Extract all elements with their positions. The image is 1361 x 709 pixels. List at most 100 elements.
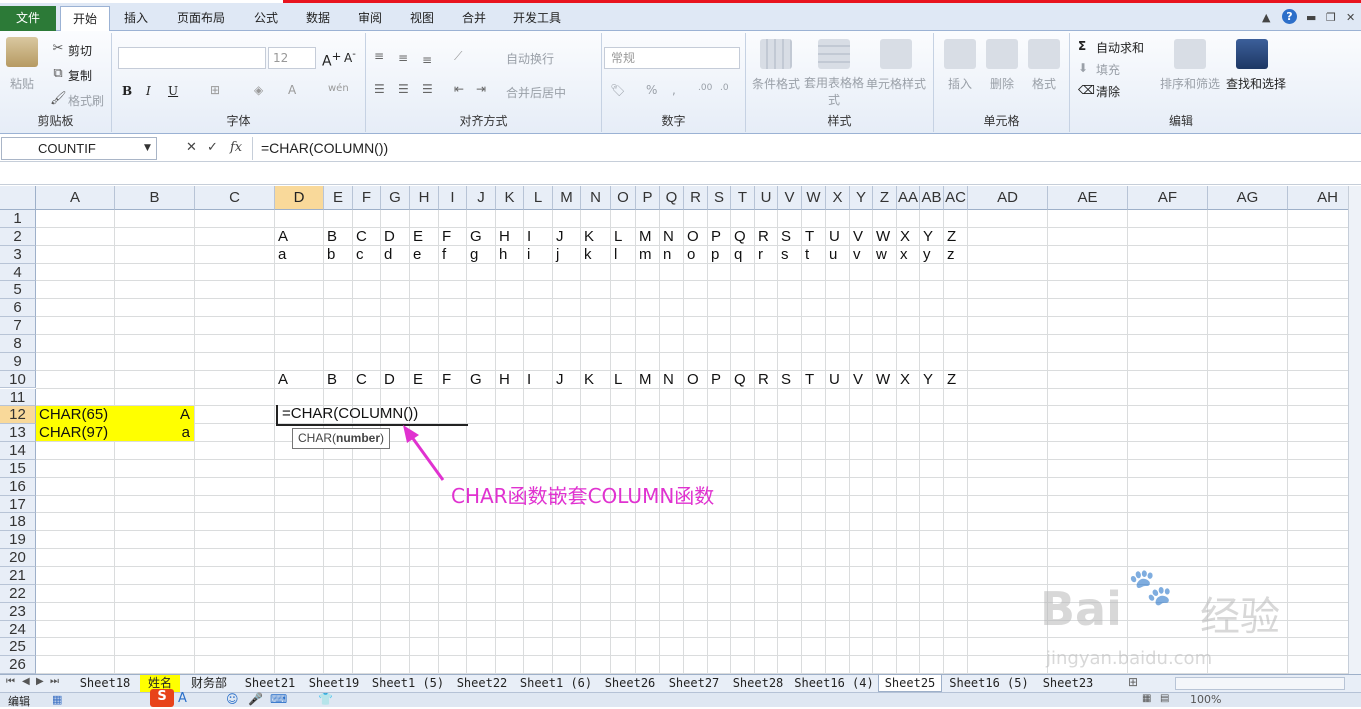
autosum-button[interactable]: 自动求和 (1096, 39, 1144, 56)
wrap-text-button[interactable]: 自动换行 (506, 50, 554, 67)
cell-row3[interactable]: k (584, 246, 592, 264)
tab-formulas[interactable]: 公式 (246, 6, 286, 31)
cell-row2[interactable]: B (327, 228, 337, 246)
cell-row2[interactable]: J (556, 228, 564, 246)
column-header-i[interactable]: I (439, 186, 467, 210)
cell-row10[interactable]: H (499, 371, 510, 389)
row-header-19[interactable]: 19 (0, 531, 36, 550)
ime-skin-icon[interactable]: 👕 (318, 692, 333, 706)
cell-row2[interactable]: R (758, 228, 769, 246)
bold-icon[interactable]: B (122, 84, 132, 98)
column-header-ag[interactable]: AG (1208, 186, 1288, 210)
italic-icon[interactable]: I (146, 84, 151, 98)
active-cell-editor[interactable]: =CHAR(COLUMN()) (276, 405, 468, 426)
row-header-3[interactable]: 3 (0, 245, 36, 264)
cell-styles-button[interactable]: 单元格样式 (866, 75, 926, 92)
cell-row10[interactable]: O (687, 371, 699, 389)
cell-row3[interactable]: r (758, 246, 763, 264)
row-header-6[interactable]: 6 (0, 299, 36, 318)
cell-row3[interactable]: h (499, 246, 507, 264)
zoom-level[interactable]: 100% (1190, 693, 1221, 706)
row-header-16[interactable]: 16 (0, 477, 36, 496)
clear-button[interactable]: 清除 (1096, 83, 1120, 100)
align-middle-icon[interactable]: ≡ (398, 51, 408, 65)
column-header-o[interactable]: O (611, 186, 636, 210)
column-header-af[interactable]: AF (1128, 186, 1208, 210)
row-header-2[interactable]: 2 (0, 227, 36, 246)
merge-center-button[interactable]: 合并后居中 (506, 84, 566, 101)
row-header-8[interactable]: 8 (0, 334, 36, 353)
cell-row10[interactable]: W (876, 371, 890, 389)
row-header-26[interactable]: 26 (0, 656, 36, 674)
ime-logo-icon[interactable]: S (150, 689, 174, 707)
cell-row2[interactable]: G (470, 228, 482, 246)
column-header-ac[interactable]: AC (944, 186, 968, 210)
tab-review[interactable]: 审阅 (350, 6, 390, 31)
sheet-tab[interactable]: Sheet1 (6) (514, 675, 598, 692)
cell-row3[interactable]: q (734, 246, 742, 264)
cell-row10[interactable]: G (470, 371, 482, 389)
cell-row10[interactable]: V (853, 371, 863, 389)
ime-lang-icon[interactable]: A (178, 691, 187, 706)
align-bottom-icon[interactable]: ≡ (422, 53, 432, 67)
ime-voice-icon[interactable]: 🎤 (248, 692, 263, 706)
cell-row3[interactable]: z (947, 246, 955, 264)
row-header-1[interactable]: 1 (0, 210, 36, 228)
cell-row10[interactable]: P (711, 371, 721, 389)
row-header-4[interactable]: 4 (0, 263, 36, 282)
cell-row3[interactable]: t (805, 246, 809, 264)
tab-home[interactable]: 开始 (60, 6, 110, 32)
cell-row2[interactable]: P (711, 228, 721, 246)
sheet-tab[interactable]: 财务部 (180, 675, 238, 692)
cell-row3[interactable]: f (442, 246, 446, 264)
cell-row2[interactable]: E (413, 228, 423, 246)
align-center-icon[interactable]: ☰ (398, 82, 409, 96)
row-header-25[interactable]: 25 (0, 638, 36, 657)
sheet-tab[interactable]: Sheet26 (598, 675, 662, 692)
column-header-r[interactable]: R (684, 186, 708, 210)
row-header-24[interactable]: 24 (0, 620, 36, 639)
cell-row10[interactable]: K (584, 371, 594, 389)
insert-cells-button[interactable]: 插入 (948, 75, 972, 92)
tab-data[interactable]: 数据 (298, 6, 338, 31)
next-sheet-icon[interactable]: ▶ (36, 676, 44, 687)
last-sheet-icon[interactable]: ⏭ (50, 676, 59, 687)
fill-button[interactable]: 填充 (1096, 61, 1120, 78)
copy-button[interactable]: 复制 (68, 67, 92, 84)
cell-a13[interactable]: CHAR(97) (39, 424, 108, 442)
column-header-c[interactable]: C (195, 186, 275, 210)
cell-row2[interactable]: I (527, 228, 531, 246)
cell-row2[interactable]: L (614, 228, 622, 246)
sheet-tab[interactable]: Sheet22 (450, 675, 514, 692)
column-header-t[interactable]: T (731, 186, 755, 210)
align-right-icon[interactable]: ☰ (422, 82, 433, 96)
row-header-22[interactable]: 22 (0, 584, 36, 603)
tab-view[interactable]: 视图 (402, 6, 442, 31)
decrease-indent-icon[interactable]: ⇤ (454, 82, 464, 96)
cell-row3[interactable]: s (781, 246, 789, 264)
format-painter-button[interactable]: 格式刷 (68, 92, 104, 109)
sheet-tab[interactable]: Sheet25 (878, 675, 942, 692)
column-header-d[interactable]: D (275, 186, 324, 210)
close-icon[interactable]: ✕ (1346, 11, 1355, 24)
cell-row3[interactable]: y (923, 246, 931, 264)
cell-row10[interactable]: U (829, 371, 840, 389)
page-layout-view-icon[interactable]: ▤ (1160, 693, 1169, 704)
name-box[interactable]: COUNTIF (1, 137, 157, 160)
sheet-tab[interactable]: Sheet27 (662, 675, 726, 692)
column-header-g[interactable]: G (381, 186, 410, 210)
row-header-13[interactable]: 13 (0, 424, 36, 443)
increase-indent-icon[interactable]: ⇥ (476, 82, 486, 96)
cell-b13[interactable]: a (118, 424, 190, 442)
macro-record-icon[interactable]: ▦ (52, 693, 62, 706)
comma-icon[interactable]: , (672, 83, 676, 97)
enter-icon[interactable]: ✓ (207, 140, 218, 155)
cell-row3[interactable]: m (639, 246, 652, 264)
column-header-z[interactable]: Z (873, 186, 897, 210)
increase-decimal-icon[interactable]: .00 (698, 83, 712, 93)
collapse-ribbon-icon[interactable]: ▲ (1262, 11, 1270, 24)
row-header-15[interactable]: 15 (0, 459, 36, 478)
name-box-dropdown-icon[interactable]: ▼ (144, 143, 151, 153)
currency-icon[interactable]: 🏷 (610, 83, 625, 97)
cell-row3[interactable]: p (711, 246, 719, 264)
